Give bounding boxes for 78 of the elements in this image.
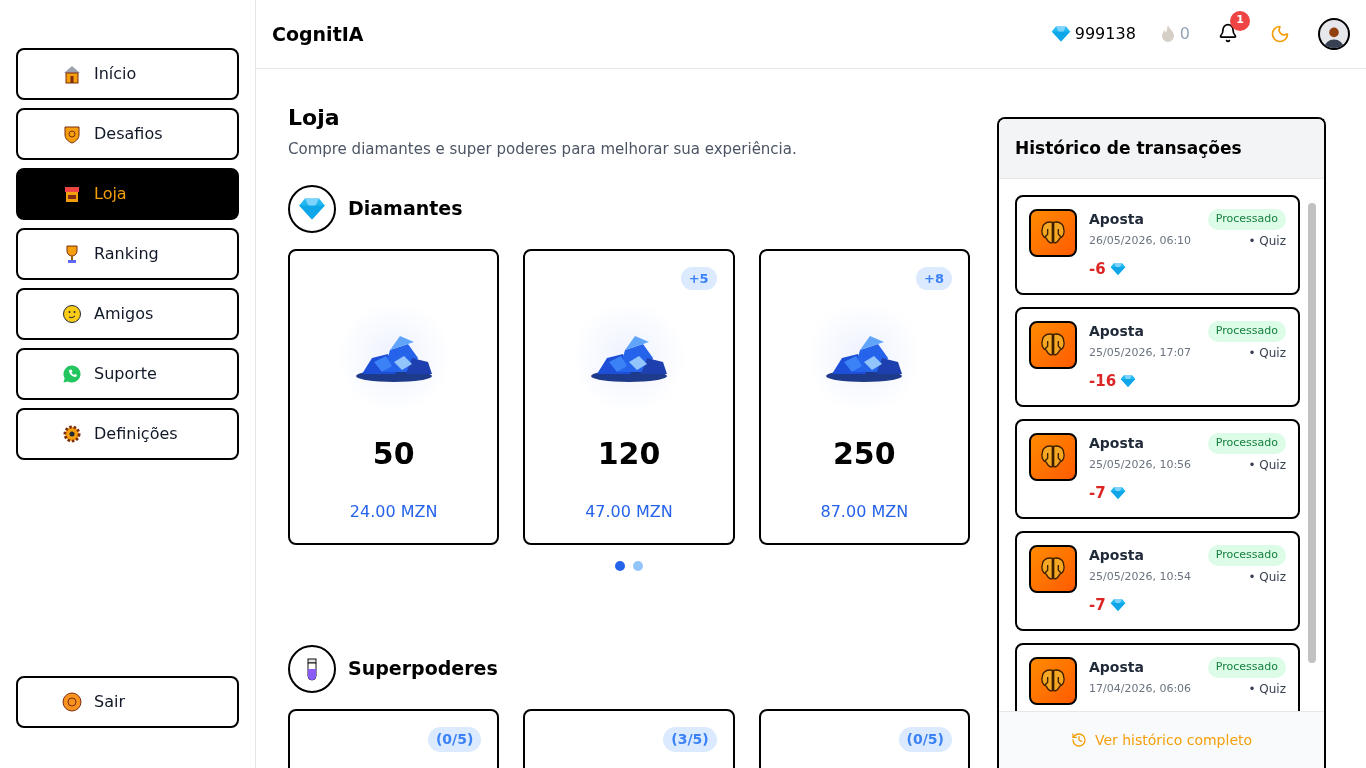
transaction-title: Aposta bbox=[1089, 210, 1144, 229]
transaction-date: 17/04/2026, 06:06 bbox=[1089, 680, 1192, 697]
diamond-pack-card[interactable]: +5 120 47.00 MZN bbox=[523, 248, 735, 545]
transaction-title: Aposta bbox=[1089, 434, 1144, 453]
status-badge: Processado bbox=[1207, 657, 1286, 678]
sidebar-item[interactable]: Loja bbox=[16, 168, 239, 220]
diamond-amount: 50 bbox=[372, 434, 415, 473]
shop-icon bbox=[62, 184, 82, 204]
sidebar-item[interactable]: Ranking bbox=[16, 228, 239, 280]
sidebar-item[interactable]: Definições bbox=[16, 408, 239, 460]
app-title: CognitIA bbox=[272, 21, 364, 47]
history-icon bbox=[1070, 732, 1087, 748]
shield-badge-icon bbox=[62, 124, 82, 144]
diamond-icon bbox=[298, 196, 326, 221]
status-badge: Processado bbox=[1207, 545, 1286, 566]
house-icon bbox=[62, 64, 82, 84]
count-badge: (3/5) bbox=[663, 726, 717, 752]
avatar[interactable] bbox=[1318, 18, 1350, 50]
gear-icon bbox=[62, 424, 82, 444]
transaction-title: Aposta bbox=[1089, 322, 1144, 341]
brain-icon bbox=[1029, 209, 1077, 257]
transaction-category: • Quiz bbox=[1248, 681, 1286, 698]
transaction-date: 25/05/2026, 10:56 bbox=[1089, 456, 1192, 473]
diamond-pack-card[interactable]: 50 24.00 MZN bbox=[288, 248, 500, 545]
sidebar-item[interactable]: Desafios bbox=[16, 108, 239, 160]
brain-icon bbox=[1029, 433, 1077, 481]
panel-title: Histórico de transações bbox=[1015, 136, 1242, 160]
transaction-amount: -6 bbox=[1089, 259, 1106, 280]
diamond-amount: 120 bbox=[597, 434, 661, 473]
pack-price: 87.00 MZN bbox=[820, 500, 909, 523]
bonus-badge: +5 bbox=[680, 266, 717, 290]
pack-price: 24.00 MZN bbox=[349, 500, 438, 523]
section-title: Superpoderes bbox=[348, 656, 498, 682]
flame-icon bbox=[1159, 24, 1176, 44]
smiley-icon bbox=[62, 304, 82, 324]
diamond-icon bbox=[1050, 24, 1071, 44]
sidebar-item[interactable]: Início bbox=[16, 48, 239, 100]
transaction-title: Aposta bbox=[1089, 546, 1144, 565]
page-title: Loja bbox=[288, 104, 341, 132]
bonus-badge: +8 bbox=[916, 266, 952, 290]
moon-icon bbox=[1270, 24, 1290, 44]
sidebar-item[interactable]: Amigos bbox=[16, 288, 239, 340]
status-badge: Processado bbox=[1207, 321, 1286, 342]
transaction-date: 26/05/2026, 06:10 bbox=[1089, 232, 1192, 249]
transaction-date: 25/05/2026, 10:54 bbox=[1089, 568, 1192, 585]
count-badge: (0/5) bbox=[898, 726, 952, 752]
brain-icon bbox=[1029, 321, 1077, 369]
transaction-card[interactable]: Aposta Processado 26/05/2026, 06:10 • Quiz -6 bbox=[1015, 195, 1300, 295]
section-title: Diamantes bbox=[348, 196, 463, 222]
sidebar-item[interactable]: Suporte bbox=[16, 348, 239, 400]
status-badge: Processado bbox=[1207, 433, 1286, 454]
transaction-category: • Quiz bbox=[1248, 345, 1286, 362]
logout-button[interactable]: Sair bbox=[16, 676, 239, 728]
transaction-card[interactable]: Aposta Processado 25/05/2026, 10:56 • Quiz -7 bbox=[1015, 419, 1300, 519]
streak-count: 0 bbox=[1179, 23, 1190, 45]
brain-icon bbox=[1029, 657, 1077, 705]
page-subtitle: Compre diamantes e super poderes para melhorar sua experiência. bbox=[288, 139, 798, 160]
power-icon bbox=[62, 692, 82, 712]
diamond-pack-card[interactable]: +8 250 87.00 MZN bbox=[758, 248, 970, 545]
transaction-card[interactable]: Aposta Processado 25/05/2026, 17:07 • Quiz -16 bbox=[1015, 307, 1300, 407]
brain-icon bbox=[1029, 545, 1077, 593]
transaction-card[interactable]: Aposta Processado 25/05/2026, 10:54 • Quiz -7 bbox=[1015, 531, 1300, 631]
transaction-amount: -7 bbox=[1089, 595, 1106, 616]
pack-price: 47.00 MZN bbox=[585, 500, 673, 523]
diamond-amount: 250 bbox=[833, 434, 896, 473]
notification-badge: 1 bbox=[1230, 10, 1250, 31]
transaction-title: Aposta bbox=[1089, 658, 1144, 677]
transaction-category: • Quiz bbox=[1248, 233, 1286, 250]
transaction-date: 25/05/2026, 17:07 bbox=[1089, 344, 1192, 361]
transaction-amount: -7 bbox=[1089, 483, 1106, 504]
count-badge: (0/5) bbox=[427, 726, 482, 752]
transaction-amount: -16 bbox=[1089, 371, 1117, 392]
chat-phone-icon bbox=[62, 364, 82, 384]
bell-icon bbox=[1218, 22, 1238, 43]
transaction-category: • Quiz bbox=[1248, 457, 1286, 474]
diamond-count: 999138 bbox=[1074, 23, 1136, 45]
transaction-category: • Quiz bbox=[1248, 569, 1286, 586]
status-badge: Processado bbox=[1207, 209, 1286, 230]
